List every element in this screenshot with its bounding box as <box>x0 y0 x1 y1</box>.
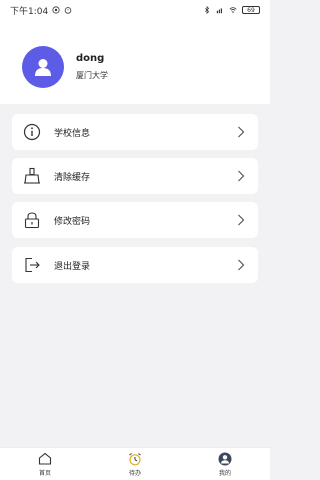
menu-item-label: 清除缓存 <box>54 172 91 183</box>
wifi-icon <box>229 7 237 13</box>
tab-me[interactable]: 我的 <box>195 452 255 477</box>
tab-todo[interactable]: 待办 <box>105 452 165 477</box>
menu-item-logout[interactable]: 退出登录 <box>12 247 258 283</box>
bottom-tab-bar: 首页 待办 我的 <box>0 447 270 480</box>
signal-icon <box>216 8 222 14</box>
user-avatar-icon <box>35 59 51 76</box>
tab-label: 待办 <box>128 469 141 477</box>
battery-indicator: 69 <box>242 6 260 14</box>
tab-label: 首页 <box>38 469 51 477</box>
tab-label: 我的 <box>218 469 231 477</box>
chevron-right-icon <box>236 213 246 227</box>
logout-icon <box>22 255 42 275</box>
notification-icon <box>52 6 60 14</box>
school-name: 厦门大学 <box>76 71 108 80</box>
menu-item-clear-cache[interactable]: 清除缓存 <box>12 158 258 194</box>
header-panel: 下午1:04 69 dong 厦门大学 <box>0 0 270 104</box>
status-time: 下午1:04 <box>10 6 49 17</box>
menu-item-school-info[interactable]: 学校信息 <box>12 114 258 150</box>
menu-item-label: 修改密码 <box>54 216 91 227</box>
home-icon <box>37 452 53 466</box>
chevron-right-icon <box>236 169 246 183</box>
status-bar: 下午1:04 69 <box>0 0 270 20</box>
menu-item-label: 学校信息 <box>54 128 91 139</box>
bluetooth-icon <box>205 6 210 14</box>
broom-icon <box>22 166 42 186</box>
lock-icon <box>22 210 42 230</box>
profile-icon <box>217 452 233 466</box>
profile-section[interactable]: dong 厦门大学 <box>22 46 108 88</box>
avatar[interactable] <box>22 46 64 88</box>
menu-item-change-password[interactable]: 修改密码 <box>12 202 258 238</box>
username: dong <box>76 53 105 64</box>
clock-status-icon <box>64 7 72 14</box>
alarm-clock-icon <box>127 452 143 466</box>
info-icon <box>22 122 42 142</box>
chevron-right-icon <box>236 125 246 139</box>
tab-home[interactable]: 首页 <box>15 452 75 477</box>
chevron-right-icon <box>236 258 246 272</box>
menu-item-label: 退出登录 <box>54 261 91 272</box>
